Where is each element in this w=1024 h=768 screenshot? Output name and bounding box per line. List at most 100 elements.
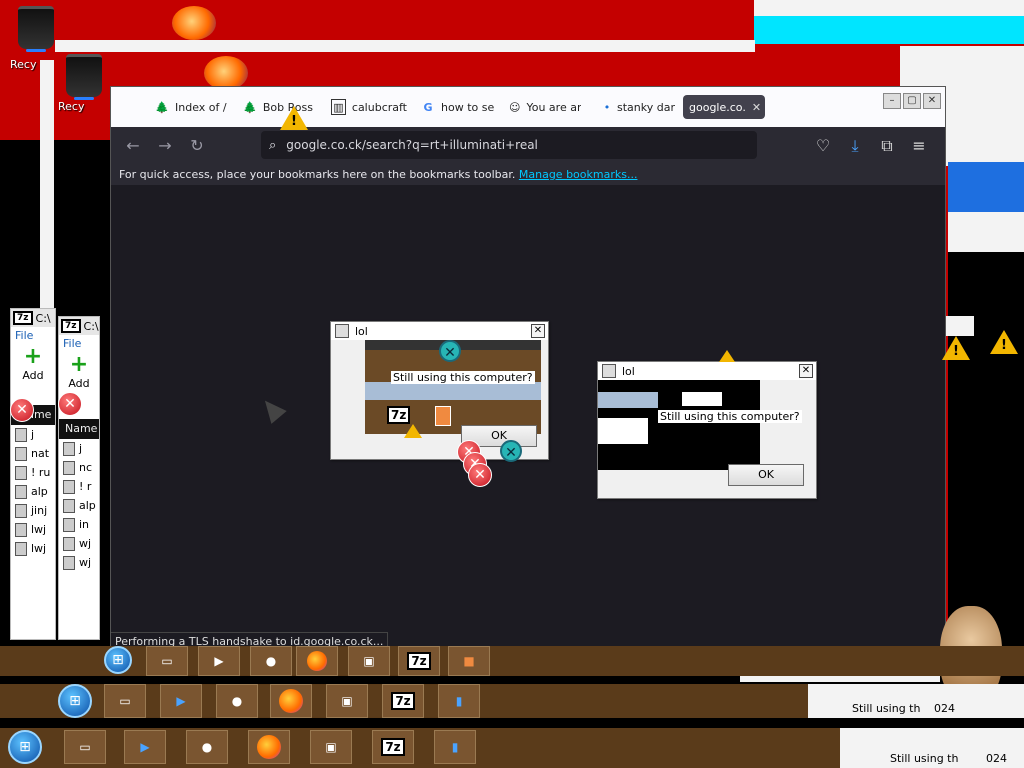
list-item[interactable]: alp [59,496,99,515]
taskbar-item[interactable]: ▶ [160,684,202,718]
tab-label: google.co. [689,100,746,114]
window-title-text: C:\ [35,311,51,325]
tray-icon: ● [201,740,213,754]
desktop-glitch-block [754,16,1024,44]
taskbar-item[interactable]: ▮ [434,730,476,764]
taskbar-item[interactable]: ■ [448,646,490,676]
list-item[interactable]: nat [11,444,55,463]
file-manager-window[interactable]: 7z C:\ File + Add Name j nat ! ru alp ji… [10,308,56,640]
taskbar-item[interactable]: 7z [382,684,424,718]
list-item[interactable]: wj [59,553,99,572]
taskbar-item[interactable]: ▭ [146,646,188,676]
close-window-icon[interactable]: ✕ [923,93,941,109]
add-button[interactable]: + Add [11,345,55,391]
tab-label: calubcraft [351,100,407,114]
plus-icon: + [23,344,43,369]
7zip-icon: 7z [387,406,411,424]
close-icon[interactable]: ✕ [531,324,545,338]
list-item[interactable]: j [11,425,55,444]
list-item[interactable]: nc [59,458,99,477]
extensions-icon[interactable]: ⧉ [877,136,897,156]
taskbar-item[interactable] [248,730,290,764]
desktop-glitch-block [55,40,755,52]
forward-icon[interactable]: → [155,136,175,156]
pocket-icon[interactable]: ♡ [813,136,833,156]
glitch-artifact [365,382,541,400]
taskbar-item[interactable]: ● [250,646,292,676]
dialog-titlebar: lol ✕ [331,322,548,340]
manage-bookmarks-link[interactable]: Manage bookmarks... [519,168,638,181]
column-header-name[interactable]: Name [59,419,99,439]
minimize-icon[interactable]: – [883,93,901,109]
taskbar-item[interactable]: ▶ [198,646,240,676]
list-item[interactable]: wj [59,534,99,553]
alert-dialog[interactable]: lol ✕ Still using this computer? OK [597,361,817,499]
taskbar: ⊞ ▭ ▶ ● ▣ 7z ▮ Still using th 024 [0,684,1024,718]
list-item[interactable]: ! r [59,477,99,496]
tab-index-of[interactable]: 🌲 Index of / [155,95,229,119]
start-button[interactable]: ⊞ [58,684,92,718]
download-icon[interactable]: ⤓ [845,136,865,156]
close-icon: ✕ [500,440,522,462]
7zip-icon: 7z [61,319,81,333]
taskbar-item[interactable]: 7z [372,730,414,764]
list-item[interactable]: alp [11,482,55,501]
list-item-label: lwj [31,542,47,555]
taskbar-item[interactable]: ▭ [64,730,106,764]
taskbar-item[interactable]: ▣ [326,684,368,718]
list-item[interactable]: jinj [11,501,55,520]
recycle-bin-icon[interactable]: Recy [10,6,56,76]
list-item[interactable]: ! ru [11,463,55,482]
tab-google-active[interactable]: google.co. ✕ [683,95,765,119]
taskbar-item[interactable]: ▣ [310,730,352,764]
tab-stanky[interactable]: • stanky dar [603,95,675,119]
alert-dialog[interactable]: lol ✕ 7z Still using this computer? OK [330,321,549,460]
file-icon [63,441,75,456]
taskbar-item[interactable]: ▮ [438,684,480,718]
back-icon[interactable]: ← [123,136,143,156]
start-button[interactable]: ⊞ [104,646,132,674]
taskbar-item[interactable]: ● [216,684,258,718]
tab-label: Index of / [175,100,227,114]
close-icon[interactable]: ✕ [799,364,813,378]
list-item[interactable]: j [59,439,99,458]
menu-icon[interactable]: ≡ [909,136,929,156]
menu-file[interactable]: File [11,327,55,345]
taskbar-item[interactable] [296,646,338,676]
list-item[interactable]: lwj [11,539,55,558]
close-tab-icon[interactable]: ✕ [752,101,761,114]
taskbar-item[interactable]: ▶ [124,730,166,764]
taskbar-item[interactable]: ▣ [348,646,390,676]
dialog-message: Still using this computer? [658,410,802,423]
start-button[interactable]: ⊞ [8,730,42,764]
recycle-bin-icon[interactable]: Recy [58,54,104,124]
tab-how-to[interactable]: G how to se [421,95,495,119]
taskbar: ⊞ ▭ ▶ ● ▣ 7z ■ [0,646,1024,676]
address-bar[interactable]: ⌕ google.co.ck/search?q=rt+illuminati+re… [261,131,757,159]
menu-file[interactable]: File [59,335,99,353]
window-title: 7z C:\ [59,317,99,335]
list-item[interactable]: in [59,515,99,534]
taskbar-item[interactable]: ▭ [104,684,146,718]
plus-icon: + [69,352,89,377]
taskbar-item[interactable] [270,684,312,718]
file-manager-window[interactable]: 7z C:\ File + Add Name j nc ! r alp in w… [58,316,100,640]
recycle-bin-label: Recy [10,58,37,71]
tab-calubcraft[interactable]: ▥ calubcraft [331,95,407,119]
tray-text: Still using th [890,752,959,765]
firefox-desktop-icon[interactable] [204,56,248,90]
clock[interactable]: 024 [986,752,1007,765]
glitch-artifact [682,392,722,406]
firefox-desktop-icon[interactable] [172,6,216,40]
clock[interactable]: 024 [934,702,955,715]
reload-icon[interactable]: ↻ [187,136,207,156]
taskbar-item[interactable]: ● [186,730,228,764]
error-icon: ✕ [10,398,34,422]
list-item[interactable]: lwj [11,520,55,539]
printer-icon: ▭ [79,740,91,754]
tab-you-are-an[interactable]: ☺ You are an [509,95,581,119]
file-icon [63,536,75,551]
ok-button[interactable]: OK [728,464,804,486]
taskbar-item[interactable]: 7z [398,646,440,676]
maximize-icon[interactable]: ▢ [903,93,921,109]
